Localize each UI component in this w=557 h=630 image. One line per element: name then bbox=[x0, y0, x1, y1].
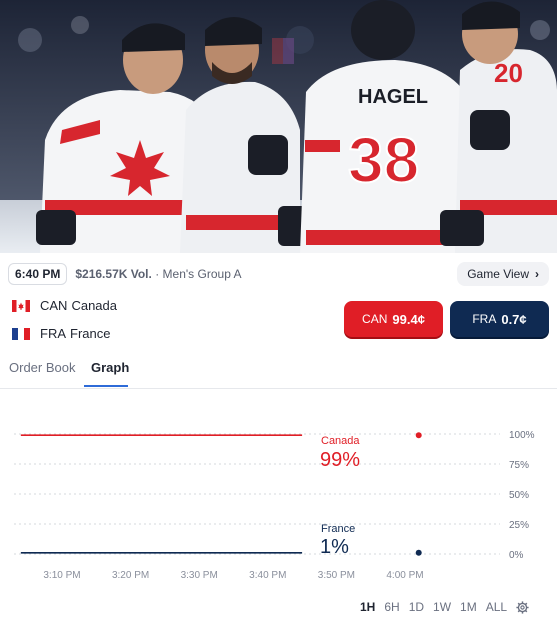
team-name: Canada bbox=[71, 298, 117, 313]
france-flag-icon bbox=[12, 327, 30, 340]
gear-icon[interactable] bbox=[516, 600, 529, 614]
svg-text:HAGEL: HAGEL bbox=[358, 86, 428, 108]
tab-graph[interactable]: Graph bbox=[91, 360, 129, 383]
volume-text: $216.57K Vol. bbox=[75, 267, 152, 281]
range-1d[interactable]: 1D bbox=[409, 600, 424, 614]
buy-fra-label: FRA bbox=[472, 312, 497, 326]
game-view-button[interactable]: Game View › bbox=[457, 262, 549, 286]
hero-photo: HAGEL 38 20 bbox=[0, 0, 557, 253]
series-current-value: 99% bbox=[320, 449, 360, 471]
y-tick-label: 0% bbox=[509, 550, 524, 561]
y-tick-label: 100% bbox=[509, 430, 535, 441]
team-abbr: FRA bbox=[40, 326, 66, 341]
game-meta-text: $216.57K Vol. · Men's Group A bbox=[75, 267, 241, 281]
x-tick-label: 3:50 PM bbox=[318, 570, 355, 581]
series-name: Canada bbox=[321, 435, 360, 447]
x-tick-label: 3:10 PM bbox=[43, 570, 80, 581]
price-chart: 100% 75% 50% 25% 0% 3:10 PM 3:20 PM 3:30 PM 3:40… bbox=[0, 395, 557, 595]
series-endpoint bbox=[415, 549, 422, 556]
series-endpoint bbox=[415, 432, 422, 439]
hockey-players-photo: HAGEL 38 20 bbox=[0, 0, 557, 253]
team-row-can: CAN Canada bbox=[12, 298, 117, 313]
buy-fra-button[interactable]: FRA 0.7¢ bbox=[450, 301, 549, 337]
range-6h[interactable]: 6H bbox=[384, 600, 399, 614]
range-1m[interactable]: 1M bbox=[460, 600, 477, 614]
chevron-right-icon: › bbox=[535, 267, 539, 281]
team-name: France bbox=[70, 326, 111, 341]
league-text: Men's Group A bbox=[162, 267, 242, 281]
svg-text:38: 38 bbox=[348, 124, 419, 196]
team-row-fra: FRA France bbox=[12, 326, 110, 341]
series-current-value: 1% bbox=[320, 536, 349, 558]
tab-order-book[interactable]: Order Book bbox=[9, 360, 75, 383]
series-name: France bbox=[321, 523, 355, 535]
canada-flag-icon bbox=[12, 299, 30, 312]
range-1w[interactable]: 1W bbox=[433, 600, 451, 614]
buy-can-price: 99.4¢ bbox=[392, 311, 425, 327]
buy-can-button[interactable]: CAN 99.4¢ bbox=[344, 301, 443, 337]
range-1h[interactable]: 1H bbox=[360, 600, 375, 614]
x-tick-label: 4:00 PM bbox=[386, 570, 423, 581]
active-tab-indicator bbox=[84, 385, 128, 387]
game-view-label: Game View bbox=[467, 267, 529, 281]
x-tick-label: 3:20 PM bbox=[112, 570, 149, 581]
x-tick-label: 3:30 PM bbox=[181, 570, 218, 581]
price-chart-svg: 100% 75% 50% 25% 0% 3:10 PM 3:20 PM 3:30 PM 3:40… bbox=[14, 430, 535, 581]
market-tabs: Order Book Graph bbox=[0, 360, 557, 389]
game-meta-row: 6:40 PM $216.57K Vol. · Men's Group A Ga… bbox=[8, 262, 549, 286]
y-tick-label: 75% bbox=[509, 460, 529, 471]
x-tick-label: 3:40 PM bbox=[249, 570, 286, 581]
range-all[interactable]: ALL bbox=[486, 600, 507, 614]
meta-separator: · bbox=[155, 267, 160, 281]
buy-fra-price: 0.7¢ bbox=[501, 311, 527, 327]
time-range-selector: 1H 6H 1D 1W 1M ALL bbox=[360, 600, 529, 614]
buy-can-label: CAN bbox=[362, 312, 388, 326]
y-tick-label: 50% bbox=[509, 490, 529, 501]
y-tick-label: 25% bbox=[509, 520, 529, 531]
game-time: 6:40 PM bbox=[8, 263, 68, 285]
team-abbr: CAN bbox=[40, 298, 68, 313]
